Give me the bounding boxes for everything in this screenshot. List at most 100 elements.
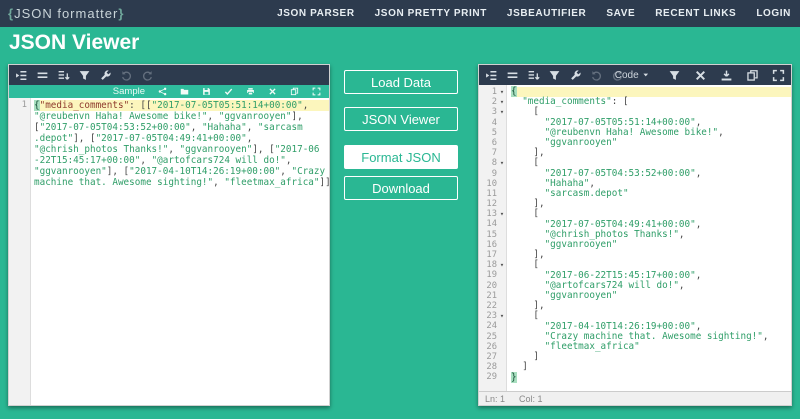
repair-wrench-icon[interactable] bbox=[569, 69, 582, 82]
result-code-line: "fleetmax_africa" bbox=[511, 342, 791, 352]
source-code-row: "ggvanrooyen"], ["2017-04-10T14:26:19+00… bbox=[34, 166, 329, 177]
line-number: 29 bbox=[479, 372, 506, 382]
nav-recent-links[interactable]: RECENT LINKS bbox=[655, 8, 736, 19]
compact-icon[interactable] bbox=[506, 69, 519, 82]
logo-text: JSON formatter bbox=[14, 6, 118, 21]
sample-dropdown[interactable]: Sample bbox=[113, 86, 145, 97]
line-number: 2▾ bbox=[479, 97, 506, 107]
json-viewer-button[interactable]: JSON Viewer bbox=[344, 107, 458, 131]
status-line: Ln: 1 bbox=[485, 394, 505, 404]
line-number: 17 bbox=[479, 250, 506, 260]
line-number: 10 bbox=[479, 179, 506, 189]
copy-icon[interactable] bbox=[746, 69, 759, 82]
view-mode-dropdown[interactable]: Code bbox=[615, 70, 650, 81]
load-data-button[interactable]: Load Data bbox=[344, 70, 458, 94]
result-viewer-panel: Code 1▾2▾3▾45678▾910111213▾1415161718▾19… bbox=[478, 64, 792, 406]
right-toolbar-icons-left bbox=[485, 69, 632, 82]
clear-icon[interactable] bbox=[268, 87, 277, 96]
sort-icon[interactable] bbox=[57, 69, 70, 82]
status-col: Col: 1 bbox=[519, 394, 543, 404]
check-icon[interactable] bbox=[224, 87, 233, 96]
source-code-row: ["2017-07-05T04:53:52+00:00", "Hahaha", … bbox=[34, 122, 329, 133]
fold-caret-icon[interactable]: ▾ bbox=[498, 260, 506, 270]
format-indent-icon[interactable] bbox=[485, 69, 498, 82]
line-number: 24 bbox=[479, 321, 506, 331]
left-toolbar-icons bbox=[15, 69, 162, 82]
line-number: 4 bbox=[479, 118, 506, 128]
left-editor-toolbar bbox=[9, 65, 329, 85]
filter-icon[interactable] bbox=[78, 69, 91, 82]
fullscreen-icon[interactable] bbox=[312, 87, 321, 96]
fold-caret-icon[interactable]: ▾ bbox=[498, 209, 506, 219]
share-icon[interactable] bbox=[158, 87, 167, 96]
format-indent-icon[interactable] bbox=[15, 69, 28, 82]
line-number: 25 bbox=[479, 332, 506, 342]
source-code-row: "@chrish_photos Thanks!", "ggvanrooyen"]… bbox=[34, 144, 329, 155]
line-number: 3▾ bbox=[479, 107, 506, 117]
line-number: 15 bbox=[479, 230, 506, 240]
fold-caret-icon[interactable]: ▾ bbox=[498, 158, 506, 168]
copy-icon[interactable] bbox=[290, 87, 299, 96]
source-code-row: -22T15:45:17+00:00", "@artofcars724 will… bbox=[34, 155, 329, 166]
sort-icon[interactable] bbox=[527, 69, 540, 82]
format-json-button[interactable]: Format JSON bbox=[344, 145, 458, 169]
left-editor-strip: Sample bbox=[9, 85, 329, 98]
repair-wrench-icon[interactable] bbox=[99, 69, 112, 82]
nav-save[interactable]: SAVE bbox=[606, 8, 635, 19]
header-nav: JSON PARSER JSON PRETTY PRINT JSBEAUTIFIER… bbox=[277, 8, 800, 19]
source-code-row: .depot"], ["2017-07-05T04:49:41+00:00", bbox=[34, 133, 329, 144]
compact-icon[interactable] bbox=[36, 69, 49, 82]
fold-caret-icon[interactable]: ▾ bbox=[498, 97, 506, 107]
result-code-line: "ggvanrooyen" bbox=[511, 138, 791, 148]
fold-caret-icon[interactable]: ▾ bbox=[498, 87, 506, 97]
line-number: 23▾ bbox=[479, 311, 506, 321]
save-icon[interactable] bbox=[202, 87, 211, 96]
download-icon[interactable] bbox=[720, 69, 733, 82]
left-editor-code[interactable]: {"media_comments": [["2017-07-05T05:51:1… bbox=[31, 98, 329, 405]
clear-icon[interactable] bbox=[694, 69, 707, 82]
result-code-line: "ggvanrooyen" bbox=[511, 240, 791, 250]
nav-jsbeautifier[interactable]: JSBEAUTIFIER bbox=[507, 8, 586, 19]
result-code-line: } bbox=[511, 373, 791, 383]
result-code-line: ] bbox=[511, 362, 791, 372]
source-code-row: {"media_comments": [["2017-07-05T05:51:1… bbox=[34, 100, 329, 111]
line-number: 5 bbox=[479, 128, 506, 138]
result-viewer[interactable]: 1▾2▾3▾45678▾910111213▾1415161718▾1920212… bbox=[479, 85, 791, 391]
caret-down-icon bbox=[642, 71, 650, 79]
logo-close-brace: } bbox=[118, 6, 124, 21]
line-number: 19 bbox=[479, 270, 506, 280]
result-code-line: "sarcasm.depot" bbox=[511, 189, 791, 199]
nav-login[interactable]: LOGIN bbox=[756, 8, 791, 19]
right-editor-code[interactable]: { "media_comments": [ [ "2017-07-05T05:5… bbox=[507, 85, 791, 391]
line-number: 8▾ bbox=[479, 158, 506, 168]
right-editor-gutter[interactable]: 1▾2▾3▾45678▾910111213▾1415161718▾1920212… bbox=[479, 85, 507, 391]
fullscreen-icon[interactable] bbox=[772, 69, 785, 82]
folder-open-icon[interactable] bbox=[180, 87, 189, 96]
line-number: 27 bbox=[479, 352, 506, 362]
line-number: 9 bbox=[479, 169, 506, 179]
line-number: 28 bbox=[479, 362, 506, 372]
view-mode-label: Code bbox=[615, 70, 639, 81]
nav-json-parser[interactable]: JSON PARSER bbox=[277, 8, 355, 19]
top-navbar: {JSON formatter} JSON PARSER JSON PRETTY … bbox=[0, 0, 800, 27]
filter-icon[interactable] bbox=[548, 69, 561, 82]
undo-icon bbox=[590, 69, 603, 82]
nav-json-pretty-print[interactable]: JSON PRETTY PRINT bbox=[375, 8, 487, 19]
fold-caret-icon[interactable]: ▾ bbox=[498, 311, 506, 321]
line-number: 26 bbox=[479, 342, 506, 352]
right-editor-statusbar: Ln: 1 Col: 1 bbox=[479, 391, 791, 405]
undo-icon bbox=[120, 69, 133, 82]
result-code-line: "media_comments": [ bbox=[511, 97, 791, 107]
result-code-line: ], bbox=[511, 199, 791, 209]
line-number: 6 bbox=[479, 138, 506, 148]
line-number: 22 bbox=[479, 301, 506, 311]
result-code-line: ] bbox=[511, 352, 791, 362]
source-editor[interactable]: 1 {"media_comments": [["2017-07-05T05:51… bbox=[9, 98, 329, 405]
fold-caret-icon[interactable]: ▾ bbox=[498, 107, 506, 117]
source-editor-panel: Sample 1 {"media_comments": [["2017-07-0… bbox=[8, 64, 330, 406]
print-icon[interactable] bbox=[246, 87, 255, 96]
filter-solid-icon[interactable] bbox=[668, 69, 681, 82]
line-number: 21 bbox=[479, 291, 506, 301]
site-logo[interactable]: {JSON formatter} bbox=[8, 6, 124, 21]
download-button[interactable]: Download bbox=[344, 176, 458, 200]
